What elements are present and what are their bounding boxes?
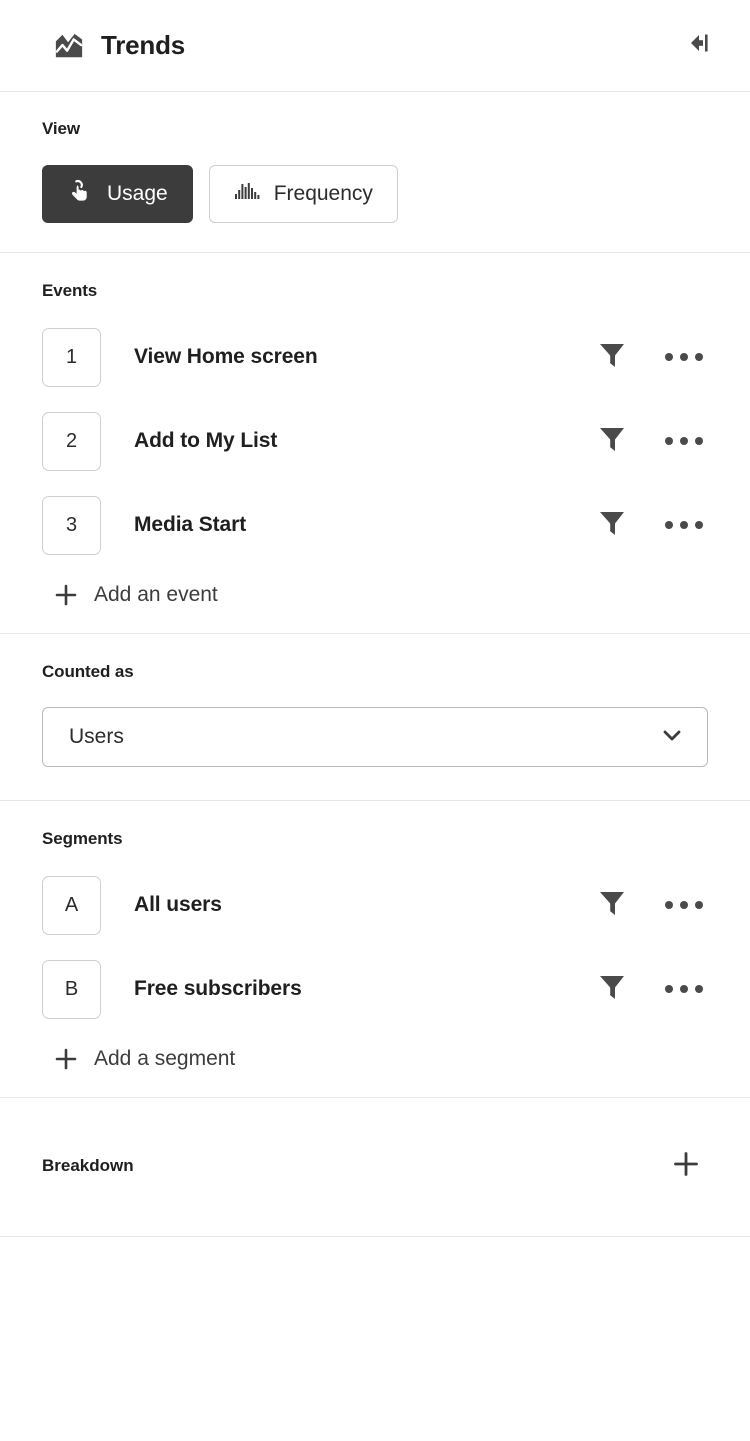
- event-options-button[interactable]: [660, 333, 708, 381]
- counted-as-label: Counted as: [42, 662, 708, 682]
- add-breakdown-button[interactable]: [664, 1144, 708, 1188]
- event-filter-button[interactable]: [588, 417, 636, 465]
- more-options-icon: [665, 985, 703, 993]
- breakdown-section: Breakdown: [0, 1098, 750, 1237]
- funnel-filter-icon: [598, 424, 626, 459]
- counted-as-value: Users: [69, 725, 659, 749]
- trends-chart-icon: [54, 31, 84, 61]
- segment-options-button[interactable]: [660, 881, 708, 929]
- funnel-filter-icon: [598, 508, 626, 543]
- funnel-filter-icon: [598, 888, 626, 923]
- events-section: Events 1 View Home screen 2 Ad: [0, 253, 750, 634]
- events-section-label: Events: [42, 281, 708, 301]
- funnel-filter-icon: [598, 972, 626, 1007]
- counted-as-section: Counted as Users: [0, 634, 750, 801]
- plus-icon: [54, 1047, 78, 1071]
- add-event-button[interactable]: Add an event: [42, 583, 708, 607]
- event-index-badge: 2: [42, 412, 101, 471]
- segment-letter-badge: A: [42, 876, 101, 935]
- chevron-down-icon: [659, 722, 685, 753]
- panel-tail-space: [0, 1237, 750, 1441]
- event-name: View Home screen: [134, 345, 588, 369]
- event-filter-button[interactable]: [588, 501, 636, 549]
- page-title: Trends: [101, 30, 185, 61]
- collapse-panel-left-icon: [683, 28, 713, 63]
- view-section-label: View: [42, 119, 708, 139]
- event-index-badge: 3: [42, 496, 101, 555]
- event-row[interactable]: 3 Media Start: [42, 493, 708, 557]
- segment-options-button[interactable]: [660, 965, 708, 1013]
- add-segment-label: Add a segment: [94, 1047, 235, 1071]
- plus-icon: [54, 583, 78, 607]
- segment-row[interactable]: B Free subscribers: [42, 957, 708, 1021]
- segment-name: All users: [134, 893, 588, 917]
- more-options-icon: [665, 437, 703, 445]
- event-options-button[interactable]: [660, 417, 708, 465]
- counted-as-select[interactable]: Users: [42, 707, 708, 767]
- view-option-frequency[interactable]: Frequency: [209, 165, 398, 223]
- histogram-bars-icon: [234, 179, 260, 209]
- add-event-label: Add an event: [94, 583, 218, 607]
- more-options-icon: [665, 521, 703, 529]
- event-filter-button[interactable]: [588, 333, 636, 381]
- event-row[interactable]: 1 View Home screen: [42, 325, 708, 389]
- segment-row[interactable]: A All users: [42, 873, 708, 937]
- more-options-icon: [665, 353, 703, 361]
- more-options-icon: [665, 901, 703, 909]
- funnel-filter-icon: [598, 340, 626, 375]
- collapse-panel-button[interactable]: [676, 24, 720, 68]
- segments-list: A All users B Free subscribers: [42, 873, 708, 1021]
- panel-header: Trends: [0, 0, 750, 92]
- segment-filter-button[interactable]: [588, 881, 636, 929]
- segments-section-label: Segments: [42, 829, 708, 849]
- view-option-usage[interactable]: Usage: [42, 165, 193, 223]
- segment-letter-badge: B: [42, 960, 101, 1019]
- event-name: Media Start: [134, 513, 588, 537]
- view-option-usage-label: Usage: [107, 182, 168, 206]
- view-section: View Usage: [0, 92, 750, 253]
- event-options-button[interactable]: [660, 501, 708, 549]
- trends-panel: Trends View Us: [0, 0, 750, 1441]
- segment-filter-button[interactable]: [588, 965, 636, 1013]
- event-name: Add to My List: [134, 429, 588, 453]
- event-row[interactable]: 2 Add to My List: [42, 409, 708, 473]
- event-index-badge: 1: [42, 328, 101, 387]
- plus-icon: [672, 1150, 700, 1183]
- events-list: 1 View Home screen 2 Add to My List: [42, 325, 708, 557]
- segments-section: Segments A All users B Free su: [0, 801, 750, 1098]
- view-option-frequency-label: Frequency: [274, 182, 373, 206]
- segment-name: Free subscribers: [134, 977, 588, 1001]
- breakdown-label: Breakdown: [42, 1156, 664, 1176]
- tap-gesture-icon: [67, 178, 93, 210]
- add-segment-button[interactable]: Add a segment: [42, 1047, 708, 1071]
- header-title-group: Trends: [54, 30, 185, 61]
- view-toggle-group: Usage: [42, 165, 708, 223]
